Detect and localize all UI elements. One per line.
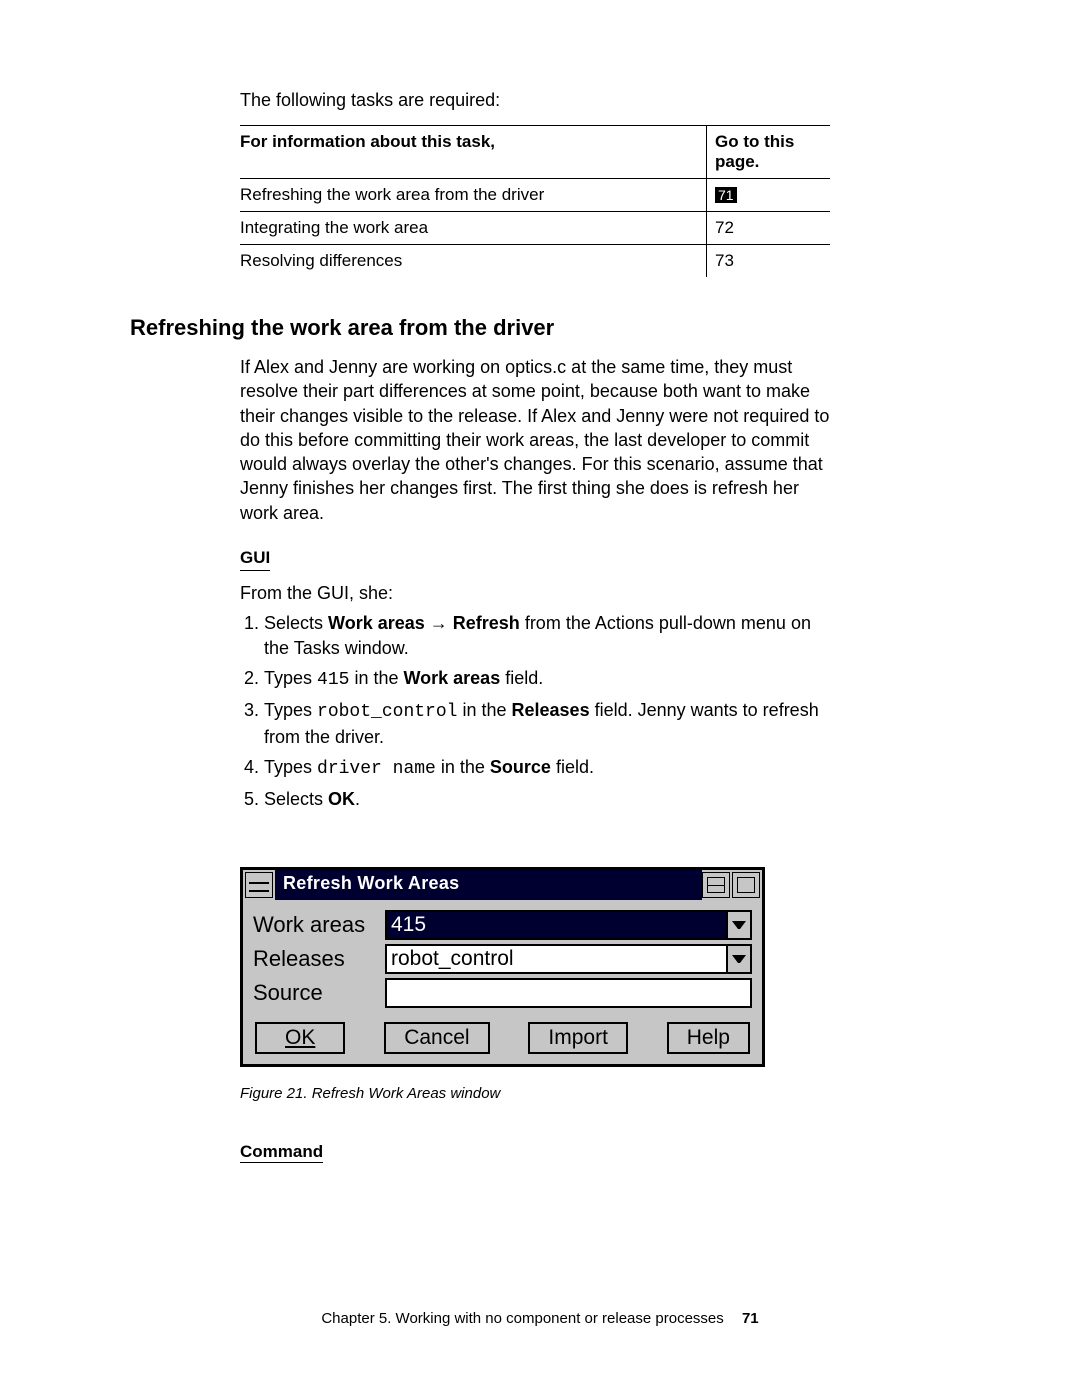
cancel-button[interactable]: Cancel bbox=[384, 1022, 489, 1054]
table-row: Resolving differences 73 bbox=[240, 245, 830, 278]
table-header-page: Go to this page. bbox=[707, 126, 831, 179]
figure-caption: Figure 21. Refresh Work Areas window bbox=[240, 1085, 765, 1102]
gui-lead: From the GUI, she: bbox=[240, 581, 830, 605]
list-item: Types driver name in the Source field. bbox=[264, 755, 830, 781]
source-field[interactable] bbox=[385, 978, 752, 1008]
list-item: Selects Work areas → Refresh from the Ac… bbox=[264, 611, 830, 660]
page-cell: 73 bbox=[707, 245, 831, 278]
task-cell: Refreshing the work area from the driver bbox=[240, 179, 707, 212]
source-label: Source bbox=[253, 980, 385, 1006]
ok-button[interactable]: OK bbox=[255, 1022, 345, 1054]
workareas-input[interactable]: 415 bbox=[385, 910, 726, 940]
page-cell: 72 bbox=[707, 212, 831, 245]
system-menu-icon[interactable] bbox=[245, 872, 273, 898]
paragraph: If Alex and Jenny are working on optics.… bbox=[240, 355, 830, 525]
page-cell: 71 bbox=[707, 179, 831, 212]
section-heading: Refreshing the work area from the driver bbox=[130, 315, 830, 341]
refresh-work-areas-dialog: Refresh Work Areas Work areas 415 Releas… bbox=[240, 867, 765, 1067]
list-item: Types robot_control in the Releases fiel… bbox=[264, 698, 830, 749]
import-button[interactable]: Import bbox=[528, 1022, 628, 1054]
list-item: Types 415 in the Work areas field. bbox=[264, 666, 830, 692]
table-row: Integrating the work area 72 bbox=[240, 212, 830, 245]
task-cell: Resolving differences bbox=[240, 245, 707, 278]
releases-input[interactable]: robot_control bbox=[385, 944, 726, 974]
body-column: If Alex and Jenny are working on optics.… bbox=[240, 355, 830, 811]
table-row: Refreshing the work area from the driver… bbox=[240, 179, 830, 212]
workareas-field[interactable]: 415 bbox=[385, 910, 752, 940]
minimize-icon[interactable] bbox=[702, 872, 730, 898]
subheading-gui: GUI bbox=[240, 547, 270, 571]
footer-page-number: 71 bbox=[742, 1310, 759, 1327]
dropdown-icon[interactable] bbox=[726, 944, 752, 974]
page: The following tasks are required: For in… bbox=[0, 0, 1080, 1397]
workareas-label: Work areas bbox=[253, 912, 385, 938]
maximize-icon[interactable] bbox=[732, 872, 760, 898]
releases-field[interactable]: robot_control bbox=[385, 944, 752, 974]
page-link[interactable]: 71 bbox=[715, 187, 737, 203]
page-footer: Chapter 5. Working with no component or … bbox=[0, 1310, 1080, 1327]
source-input[interactable] bbox=[385, 978, 752, 1008]
tasks-table: For information about this task, Go to t… bbox=[240, 125, 830, 277]
releases-label: Releases bbox=[253, 946, 385, 972]
dialog-title: Refresh Work Areas bbox=[275, 870, 702, 900]
titlebar: Refresh Work Areas bbox=[243, 870, 762, 900]
subheading-command: Command bbox=[240, 1142, 323, 1163]
task-cell: Integrating the work area bbox=[240, 212, 707, 245]
list-item: Selects OK. bbox=[264, 787, 830, 811]
button-row: OK Cancel Import Help bbox=[253, 1022, 752, 1054]
figure-wrap: Refresh Work Areas Work areas 415 Releas… bbox=[240, 867, 765, 1173]
dialog-body: Work areas 415 Releases robot_control So… bbox=[243, 900, 762, 1064]
help-button[interactable]: Help bbox=[667, 1022, 750, 1054]
table-header-task: For information about this task, bbox=[240, 126, 707, 179]
intro-text: The following tasks are required: bbox=[240, 90, 950, 111]
steps-list: Selects Work areas → Refresh from the Ac… bbox=[240, 611, 830, 811]
footer-chapter: Chapter 5. Working with no component or … bbox=[321, 1310, 723, 1327]
dropdown-icon[interactable] bbox=[726, 910, 752, 940]
